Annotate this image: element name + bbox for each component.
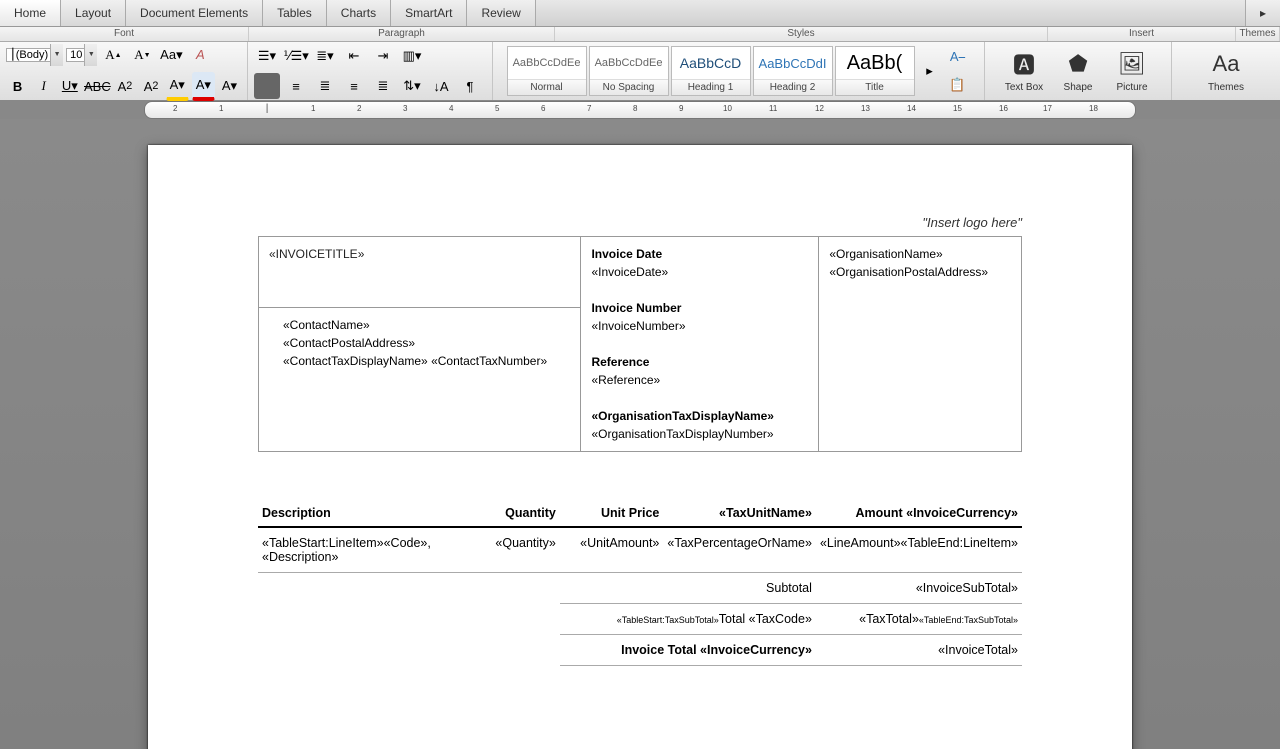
shape-icon: ⬟ <box>1062 48 1094 80</box>
textbox-icon: 🅰 <box>1008 48 1040 80</box>
header-table: «INVOICETITLE» Invoice Date «InvoiceDate… <box>258 236 1022 452</box>
logo-placeholder: "Insert logo here" <box>258 215 1022 230</box>
bullets-button[interactable]: ☰▾ <box>254 43 280 69</box>
themes-group: AaThemes <box>1172 42 1280 100</box>
text-effects-button[interactable]: A▾ <box>218 73 241 99</box>
insert-shape-button[interactable]: ⬟Shape <box>1051 46 1105 96</box>
horizontal-ruler[interactable]: 2 1 ⎮ 1 2 3 4 5 6 7 8 9 10 11 12 13 14 1… <box>144 101 1136 119</box>
align-left-button[interactable]: ≡ <box>283 73 309 99</box>
style-normal[interactable]: AaBbCcDdEeNormal <box>507 46 587 96</box>
document-workspace[interactable]: "Insert logo here" «INVOICETITLE» Invoic… <box>0 119 1280 749</box>
styles-pane-button[interactable]: 📋 <box>945 72 971 98</box>
insert-picture-button[interactable]: 🖼Picture <box>1105 46 1159 96</box>
section-font-label: Font <box>0 27 249 41</box>
tab-review[interactable]: Review <box>467 0 535 26</box>
grow-font-button[interactable]: A▲ <box>100 42 126 68</box>
align-right-button[interactable]: ≡ <box>341 73 367 99</box>
font-color-button[interactable]: A▾ <box>192 72 215 101</box>
change-styles-button[interactable]: A⎯ <box>945 44 971 70</box>
contact-cell: «ContactName» «ContactPostalAddress» «Co… <box>259 307 581 451</box>
superscript-button[interactable]: A2 <box>113 73 136 99</box>
bold-button[interactable]: B <box>6 73 29 99</box>
total-row: Invoice Total «InvoiceCurrency» «Invoice… <box>258 635 1022 666</box>
change-case-button[interactable]: Aa▾ <box>158 42 184 68</box>
col-unitprice: Unit Price <box>560 500 664 527</box>
section-themes-label: Themes <box>1236 27 1280 41</box>
col-amount: Amount «InvoiceCurrency» <box>816 500 1022 527</box>
clear-formatting-button[interactable]: A <box>187 42 213 68</box>
col-tax: «TaxUnitName» <box>663 500 816 527</box>
invoice-meta-cell: Invoice Date «InvoiceDate» Invoice Numbe… <box>581 237 819 452</box>
show-hide-button[interactable]: ¶ <box>457 73 483 99</box>
align-center-button[interactable]: ≣ <box>312 73 338 99</box>
table-row: «TableStart:LineItem»«Code», «Descriptio… <box>258 527 1022 573</box>
decrease-indent-button[interactable]: ⇤ <box>341 43 367 69</box>
themes-button[interactable]: AaThemes <box>1199 46 1253 96</box>
italic-button[interactable]: I <box>32 73 55 99</box>
style-no-spacing[interactable]: AaBbCcDdEeNo Spacing <box>589 46 669 96</box>
section-paragraph-label: Paragraph <box>249 27 555 41</box>
tab-layout[interactable]: Layout <box>61 0 126 26</box>
insert-group: 🅰Text Box ⬟Shape 🖼Picture <box>985 42 1172 100</box>
numbering-button[interactable]: ⅟☰▾ <box>283 43 309 69</box>
styles-more-button[interactable]: ▸ <box>917 58 943 84</box>
font-group: ⎮(Body)▼ 10▼ A▲ A▼ Aa▾ A B I U▾ ABC A2 A… <box>0 42 248 100</box>
tax-row: «TableStart:TaxSubTotal»Total «TaxCode» … <box>258 604 1022 635</box>
underline-button[interactable]: U▾ <box>58 73 81 99</box>
col-quantity: Quantity <box>473 500 559 527</box>
justify-button[interactable]: ≣ <box>370 73 396 99</box>
ribbon-section-labels: Font Paragraph Styles Insert Themes <box>0 27 1280 42</box>
multilevel-list-button[interactable]: ≣▾ <box>312 43 338 69</box>
subtotal-row: Subtotal «InvoiceSubTotal» <box>258 573 1022 604</box>
subscript-button[interactable]: A2 <box>140 73 163 99</box>
sort-button[interactable]: ↓A <box>428 73 454 99</box>
section-styles-label: Styles <box>555 27 1048 41</box>
shrink-font-button[interactable]: A▼ <box>129 42 155 68</box>
tab-smartart[interactable]: SmartArt <box>391 0 467 26</box>
style-title[interactable]: AaBb(Title <box>835 46 915 96</box>
increase-indent-button[interactable]: ⇥ <box>370 43 396 69</box>
strikethrough-button[interactable]: ABC <box>84 73 110 99</box>
tab-charts[interactable]: Charts <box>327 0 391 26</box>
styles-group: AaBbCcDdEeNormal AaBbCcDdEeNo Spacing Aa… <box>493 42 985 100</box>
line-spacing-button[interactable]: ⇅▾ <box>399 73 425 99</box>
ribbon: ⎮(Body)▼ 10▼ A▲ A▼ Aa▾ A B I U▾ ABC A2 A… <box>0 42 1280 101</box>
line-items-table: Description Quantity Unit Price «TaxUnit… <box>258 500 1022 666</box>
chevron-down-icon[interactable]: ▼ <box>84 44 97 66</box>
invoice-title: «INVOICETITLE» <box>259 237 581 308</box>
organisation-cell: «OrganisationName» «OrganisationPostalAd… <box>819 237 1022 452</box>
tab-tables[interactable]: Tables <box>263 0 327 26</box>
paragraph-group: ☰▾ ⅟☰▾ ≣▾ ⇤ ⇥ ▥▾ ▬ ≡ ≣ ≡ ≣ ⇅▾ ↓A ¶ <box>248 42 493 100</box>
style-heading2[interactable]: AaBbCcDdIHeading 2 <box>753 46 833 96</box>
chevron-down-icon[interactable]: ▼ <box>50 44 63 66</box>
ribbon-tabs: Home Layout Document Elements Tables Cha… <box>0 0 1280 27</box>
highlight-button[interactable]: A▾ <box>166 72 189 101</box>
shading-button[interactable]: ▬ <box>254 73 280 99</box>
tab-document-elements[interactable]: Document Elements <box>126 0 263 26</box>
style-heading1[interactable]: AaBbCcDHeading 1 <box>671 46 751 96</box>
picture-icon: 🖼 <box>1116 48 1148 80</box>
columns-icon[interactable]: ▥▾ <box>399 43 425 69</box>
insert-textbox-button[interactable]: 🅰Text Box <box>997 46 1051 96</box>
themes-icon: Aa <box>1210 48 1242 80</box>
ruler-wrap: 2 1 ⎮ 1 2 3 4 5 6 7 8 9 10 11 12 13 14 1… <box>0 101 1280 119</box>
col-description: Description <box>258 500 473 527</box>
tab-home[interactable]: Home <box>0 0 61 26</box>
section-insert-label: Insert <box>1048 27 1236 41</box>
page: "Insert logo here" «INVOICETITLE» Invoic… <box>148 145 1132 749</box>
tab-expand[interactable]: ▸ <box>1245 0 1280 26</box>
